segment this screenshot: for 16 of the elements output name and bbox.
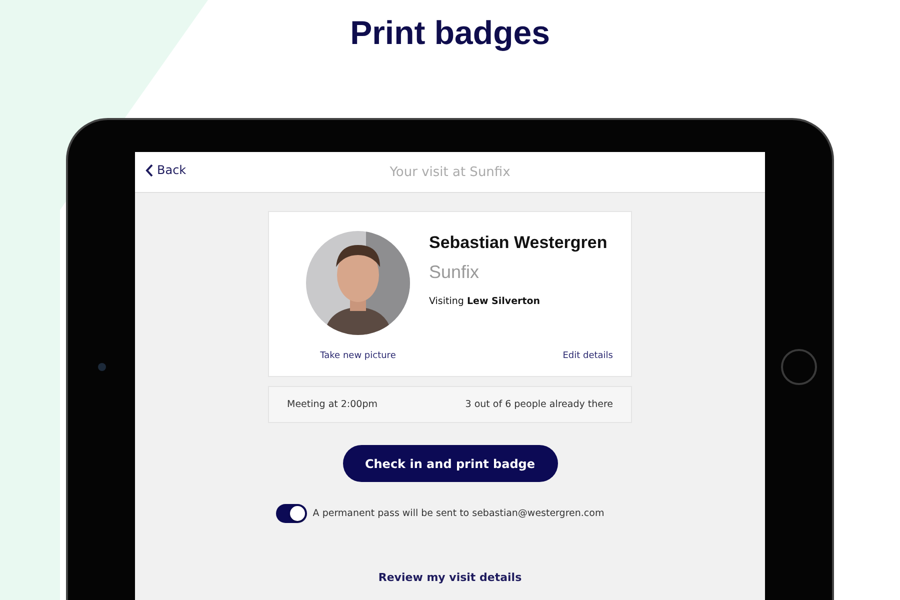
back-button[interactable]: Back bbox=[145, 163, 186, 177]
meeting-time: Meeting at 2:00pm bbox=[287, 399, 378, 410]
pass-text: A permanent pass will be sent to sebastian@westergren.com bbox=[312, 508, 604, 519]
edit-details-link[interactable]: Edit details bbox=[562, 351, 613, 361]
visitor-name: Sebastian Westergren bbox=[429, 233, 608, 253]
camera-dot bbox=[98, 363, 106, 371]
pass-toggle[interactable] bbox=[276, 504, 307, 523]
host-text: Visiting Lew Silverton bbox=[429, 296, 542, 307]
chevron-left-icon bbox=[145, 164, 153, 176]
take-picture-link[interactable]: Take new picture bbox=[320, 351, 396, 361]
screen-title: Your visit at Sunfix bbox=[390, 164, 510, 180]
attendance-text: 3 out of 6 people already there bbox=[465, 399, 613, 410]
check-in-button[interactable]: Check in and print badge bbox=[342, 445, 558, 482]
review-link[interactable]: Review my visit details bbox=[378, 571, 522, 584]
visitor-company: Sunfix bbox=[429, 262, 480, 283]
page-heading: Print badges bbox=[350, 14, 550, 53]
